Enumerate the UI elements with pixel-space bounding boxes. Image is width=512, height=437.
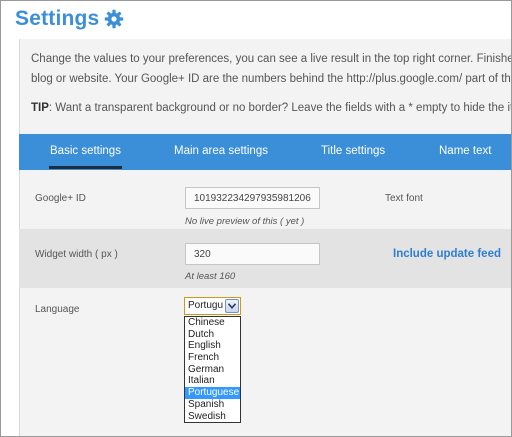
- chevron-down-icon[interactable]: [225, 299, 239, 313]
- language-option-german[interactable]: German: [185, 364, 240, 376]
- language-option-portuguese[interactable]: Portuguese: [185, 387, 240, 399]
- google-id-hint: No live preview of this ( yet ): [185, 216, 305, 227]
- language-option-dutch[interactable]: Dutch: [185, 329, 240, 341]
- settings-window: Settings Change the values to your prefe…: [0, 0, 512, 437]
- widget-width-label: Widget width ( px ): [35, 249, 118, 260]
- widget-width-input[interactable]: [185, 243, 320, 265]
- tip-text: TIP: Want a transparent background or no…: [31, 102, 511, 114]
- tab-main-area-settings[interactable]: Main area settings: [174, 134, 268, 170]
- google-id-label: Google+ ID: [35, 193, 86, 204]
- intro-line-1: Change the values to your preferences, y…: [31, 53, 511, 65]
- language-dropdown-list: Chinese Dutch English French German Ital…: [184, 316, 241, 423]
- google-id-input[interactable]: [185, 187, 320, 209]
- tip-label: TIP: [31, 102, 49, 114]
- widget-width-row: Widget width ( px ) At least 160 Include…: [19, 229, 511, 288]
- language-label: Language: [35, 304, 80, 315]
- tab-title-settings[interactable]: Title settings: [321, 134, 385, 170]
- language-option-italian[interactable]: Italian: [185, 375, 240, 387]
- language-select-value: Portugu: [188, 300, 224, 311]
- intro-text: Change the values to your preferences, y…: [31, 49, 511, 89]
- tip-body: : Want a transparent background or no bo…: [48, 102, 511, 114]
- google-id-row: Google+ ID No live preview of this ( yet…: [19, 170, 511, 229]
- language-option-swedish[interactable]: Swedish: [185, 411, 240, 423]
- language-option-french[interactable]: French: [185, 352, 240, 364]
- page-title: Settings: [15, 7, 100, 30]
- page-header: Settings: [15, 5, 124, 33]
- tab-bar: Basic settings Main area settings Title …: [19, 134, 511, 170]
- tab-name-text[interactable]: Name text: [439, 134, 491, 170]
- language-option-chinese[interactable]: Chinese: [185, 317, 240, 329]
- widget-width-hint: At least 160: [185, 271, 236, 282]
- language-option-english[interactable]: English: [185, 340, 240, 352]
- intro-line-2: blog or website. Your Google+ ID are the…: [31, 73, 511, 85]
- include-update-feed-link[interactable]: Include update feed: [393, 248, 501, 260]
- gear-icon[interactable]: [104, 9, 124, 29]
- language-select[interactable]: Portugu: [184, 297, 241, 315]
- language-option-spanish[interactable]: Spanish: [185, 399, 240, 411]
- tab-basic-settings[interactable]: Basic settings: [49, 134, 122, 170]
- language-row: Language: [19, 288, 511, 348]
- text-font-label: Text font: [385, 193, 423, 204]
